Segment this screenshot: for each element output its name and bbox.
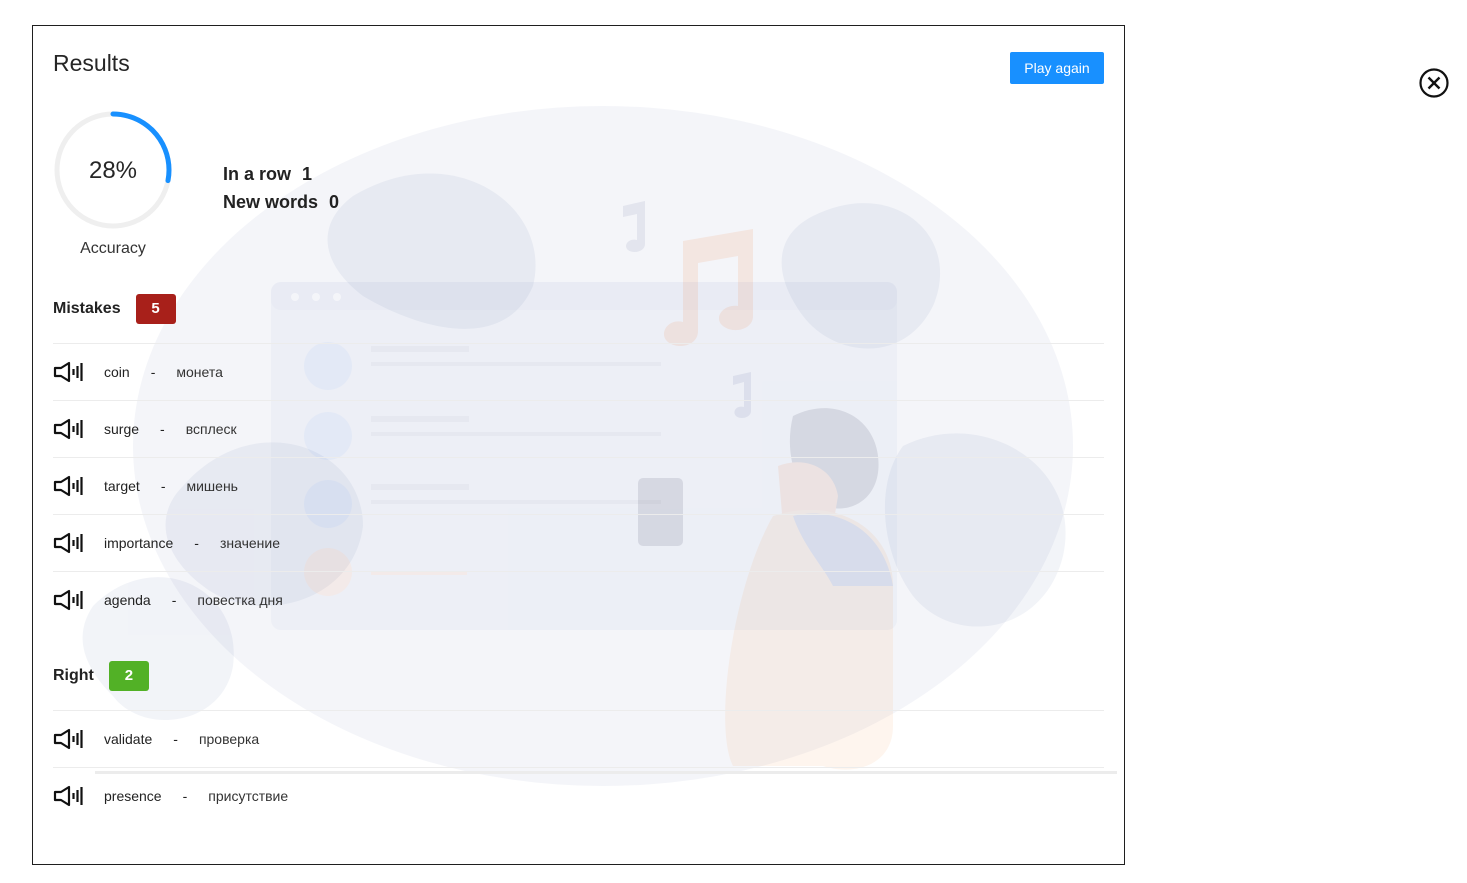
word-translation: монета <box>176 364 223 380</box>
page: Results Play again 28% Accuracy In a row… <box>0 0 1467 883</box>
word-dash: - <box>150 364 156 380</box>
stats-block: In a row 1 New words 0 <box>223 160 345 216</box>
play-again-button[interactable]: Play again <box>1010 52 1104 84</box>
word-english: coin <box>104 364 130 380</box>
speaker-icon[interactable] <box>53 728 85 750</box>
speaker-icon[interactable] <box>53 785 85 807</box>
word-row: target - мишень <box>53 457 1104 514</box>
mistakes-label: Mistakes <box>53 300 121 317</box>
word-translation: присутствие <box>208 788 289 804</box>
word-english: agenda <box>104 592 151 608</box>
right-header: Right 2 <box>53 661 149 691</box>
word-row: agenda - повестка дня <box>53 571 1104 628</box>
word-translation: мишень <box>186 478 238 494</box>
results-modal: Results Play again 28% Accuracy In a row… <box>32 25 1125 865</box>
accuracy-label: Accuracy <box>80 240 146 257</box>
speaker-icon[interactable] <box>53 475 85 497</box>
new-words-label: New words <box>223 192 324 212</box>
mistakes-header: Mistakes 5 <box>53 294 176 324</box>
word-translation: значение <box>219 535 280 551</box>
mistakes-count-badge: 5 <box>135 294 176 324</box>
word-english: target <box>104 478 140 494</box>
word-dash: - <box>171 592 177 608</box>
word-translation: повестка дня <box>197 592 283 608</box>
in-a-row-value: 1 <box>302 164 313 184</box>
word-dash: - <box>194 535 199 551</box>
modal-title: Results <box>53 50 130 76</box>
word-dash: - <box>182 788 188 804</box>
word-row: importance - значение <box>53 514 1104 571</box>
in-a-row-stat: In a row 1 <box>223 160 345 188</box>
new-words-stat: New words 0 <box>223 188 345 216</box>
word-row: presence - присутствие <box>53 767 1104 824</box>
word-dash: - <box>160 478 166 494</box>
word-translation: всплеск <box>185 421 237 437</box>
right-list: validate - проверка presence - присутств… <box>53 710 1104 824</box>
right-count-badge: 2 <box>108 661 149 691</box>
right-label: Right <box>53 667 94 684</box>
word-row: validate - проверка <box>53 710 1104 767</box>
word-dash: - <box>160 421 165 437</box>
word-english: validate <box>104 731 153 747</box>
close-icon[interactable] <box>1418 67 1450 99</box>
word-row: surge - всплеск <box>53 400 1104 457</box>
word-translation: проверка <box>198 731 260 747</box>
new-words-value: 0 <box>329 192 340 212</box>
accuracy-gauge: 28% Accuracy <box>53 110 173 260</box>
speaker-icon[interactable] <box>53 418 85 440</box>
mistakes-list: coin - монета surge - всплеск target - м… <box>53 343 1104 628</box>
word-english: importance <box>104 535 174 551</box>
word-english: presence <box>104 788 162 804</box>
word-row: coin - монета <box>53 343 1104 400</box>
speaker-icon[interactable] <box>53 589 85 611</box>
speaker-icon[interactable] <box>53 361 85 383</box>
in-a-row-label: In a row <box>223 164 297 184</box>
accuracy-value: 28% <box>88 157 138 184</box>
speaker-icon[interactable] <box>53 532 85 554</box>
word-english: surge <box>104 421 140 437</box>
word-dash: - <box>173 731 178 747</box>
